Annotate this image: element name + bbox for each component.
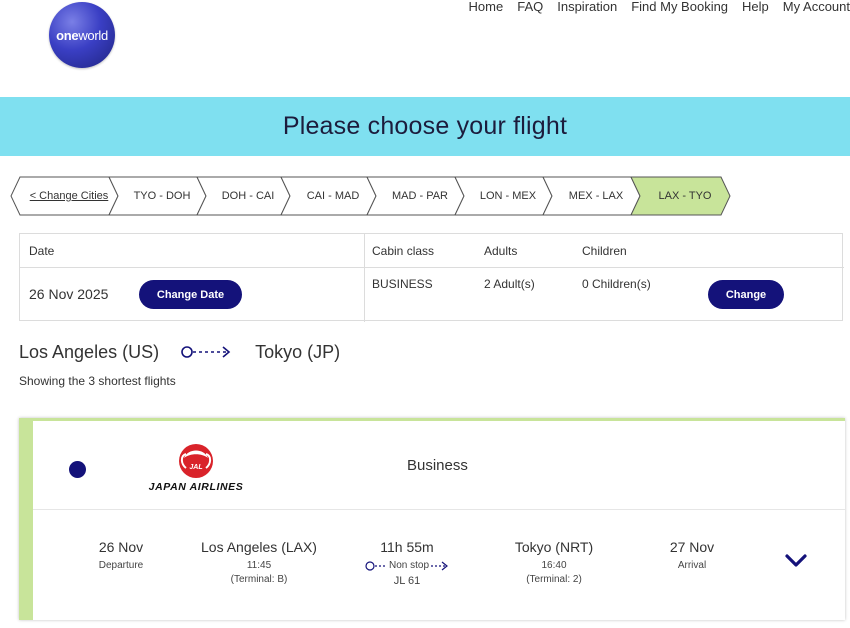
origin-block: Los Angeles (LAX) 11:45 (Terminal: B) <box>189 539 329 587</box>
cabin-class-value: BUSINESS <box>372 277 433 291</box>
jal-airline-logo: JAL JAPAN AIRLINES <box>136 444 256 494</box>
arrival-time: 16:40 <box>541 560 567 571</box>
origin-airport: Los Angeles (LAX) <box>201 539 317 555</box>
arrival-date: 27 Nov <box>669 539 715 555</box>
step-cai-mad[interactable]: CAI - MAD <box>290 177 376 215</box>
departure-label: Departure <box>98 560 144 571</box>
summary-divider <box>364 267 844 268</box>
change-date-button[interactable]: Change Date <box>139 280 242 309</box>
results-count-text: Showing the 3 shortest flights <box>19 374 176 388</box>
nav-my-account-link[interactable]: My Account <box>783 0 850 16</box>
cabin-name: Business <box>407 457 468 474</box>
change-passengers-button[interactable]: Change <box>708 280 784 309</box>
arrival-date-block: 27 Nov Arrival <box>652 539 732 573</box>
nav-find-my-booking-link[interactable]: Find My Booking <box>631 0 728 16</box>
airline-name: JAPAN AIRLINES <box>148 481 244 493</box>
nav-help-link[interactable]: Help <box>742 0 769 16</box>
step-tyo-doh[interactable]: TYO - DOH <box>118 177 206 215</box>
adults-value: 2 Adult(s) <box>484 277 535 291</box>
route-heading: Los Angeles (US) Tokyo (JP) <box>19 340 340 364</box>
stops-start-icon <box>365 561 387 571</box>
arrival-label: Arrival <box>677 560 707 571</box>
page-title: Please choose your flight <box>282 112 568 140</box>
step-mad-par[interactable]: MAD - PAR <box>376 177 464 215</box>
nav-inspiration-link[interactable]: Inspiration <box>557 0 617 16</box>
departure-date: 26 Nov <box>98 539 144 555</box>
step-lax-tyo[interactable]: LAX - TYO <box>640 177 730 215</box>
card-accent-bar <box>19 421 33 620</box>
cabin-class-label: Cabin class <box>372 244 435 258</box>
nav-faq-link[interactable]: FAQ <box>517 0 543 16</box>
logo-text: oneworld <box>56 27 108 43</box>
route-origin: Los Angeles (US) <box>19 341 160 362</box>
search-summary: Date 26 Nov 2025 Change Date Cabin class… <box>19 233 844 322</box>
duration-block: 11h 55m Non stop JL 61 <box>352 539 462 588</box>
summary-divider <box>364 234 365 322</box>
departure-terminal: (Terminal: B) <box>230 574 288 585</box>
radio-selected-icon[interactable] <box>69 461 86 478</box>
flight-number: JL 61 <box>393 575 421 587</box>
route-arrow-icon <box>181 346 231 358</box>
card-divider <box>33 509 845 510</box>
jal-mark-text: JAL <box>189 464 202 471</box>
change-cities-link[interactable]: < Change Cities <box>20 177 118 215</box>
flight-card[interactable]: JAL JAPAN AIRLINES Business 26 Nov Depar… <box>19 418 845 620</box>
stops-line: Non stop <box>352 559 462 573</box>
stops-text: Non stop <box>388 560 430 571</box>
date-label: Date <box>29 244 55 258</box>
jal-crane-logo: JAL <box>179 444 213 478</box>
step-doh-cai[interactable]: DOH - CAI <box>206 177 290 215</box>
adults-label: Adults <box>484 244 518 258</box>
arrival-terminal: (Terminal: 2) <box>526 574 582 585</box>
destination-airport: Tokyo (NRT) <box>514 539 594 555</box>
step-mex-lax[interactable]: MEX - LAX <box>552 177 640 215</box>
children-value: 0 Children(s) <box>582 277 651 291</box>
page-banner: Please choose your flight <box>0 97 850 156</box>
stops-end-arrow-icon <box>431 561 448 571</box>
destination-block: Tokyo (NRT) 16:40 (Terminal: 2) <box>489 539 619 587</box>
date-value: 26 Nov 2025 <box>29 286 109 302</box>
summary-divider <box>20 267 364 268</box>
chevron-down-icon[interactable] <box>784 553 808 569</box>
route-destination: Tokyo (JP) <box>255 341 341 362</box>
children-label: Children <box>582 244 627 258</box>
departure-date-block: 26 Nov Departure <box>81 539 161 573</box>
nav-home-link[interactable]: Home <box>469 0 504 16</box>
step-lon-mex[interactable]: LON - MEX <box>464 177 552 215</box>
flight-duration: 11h 55m <box>380 539 434 555</box>
oneworld-logo[interactable]: oneworld <box>49 2 115 68</box>
header: oneworld Home FAQ Inspiration Find My Bo… <box>0 0 850 97</box>
top-nav: Home FAQ Inspiration Find My Booking Hel… <box>455 0 850 16</box>
departure-time: 11:45 <box>246 560 272 571</box>
